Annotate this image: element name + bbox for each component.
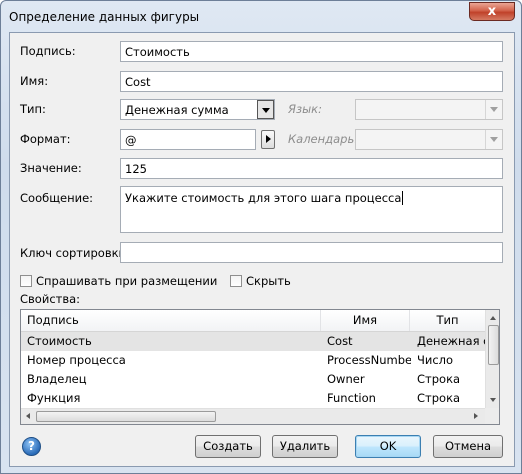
- type-label: Тип:: [20, 102, 46, 116]
- chevron-down-icon[interactable]: [485, 100, 502, 119]
- table-row[interactable]: Стоимость Cost Денежная сумма: [21, 332, 485, 351]
- column-header-name[interactable]: Имя: [321, 310, 410, 331]
- table-header: Подпись Имя Тип: [21, 310, 485, 332]
- row-type: Строка: [417, 372, 461, 386]
- delete-button[interactable]: Удалить: [272, 435, 338, 458]
- hidden-checkbox[interactable]: [230, 275, 242, 287]
- chevron-down-icon[interactable]: [257, 100, 274, 119]
- hidden-label[interactable]: Скрыть: [246, 274, 291, 288]
- horizontal-scrollbar[interactable]: [21, 408, 485, 424]
- format-input[interactable]: @: [120, 129, 256, 150]
- help-icon[interactable]: ?: [22, 437, 41, 456]
- table-row[interactable]: Владелец Owner Строка: [21, 370, 485, 389]
- cancel-button[interactable]: Отмена: [433, 435, 503, 458]
- scroll-right-icon[interactable]: [474, 413, 478, 419]
- column-header-caption[interactable]: Подпись: [21, 310, 321, 331]
- row-type: Число: [417, 353, 454, 367]
- scroll-up-icon[interactable]: [490, 316, 496, 320]
- language-label: Язык:: [288, 102, 323, 116]
- create-button[interactable]: Создать: [195, 435, 261, 458]
- value-input[interactable]: 125: [120, 158, 503, 179]
- row-type: Денежная сумма: [417, 334, 485, 348]
- row-caption: Функция: [27, 391, 81, 405]
- sort-key-label: Ключ сортировки:: [20, 246, 130, 260]
- type-select[interactable]: Денежная сумма: [120, 99, 275, 120]
- row-caption: Владелец: [27, 372, 87, 386]
- table-row[interactable]: Функция Function Строка: [21, 389, 485, 408]
- ask-on-drop-label[interactable]: Спрашивать при размещении: [36, 274, 217, 288]
- play-arrow-icon[interactable]: [261, 130, 275, 149]
- dialog-body: Подпись: Стоимость Имя: Cost Тип: Денежн…: [9, 32, 515, 467]
- vertical-scrollbar[interactable]: [485, 310, 499, 408]
- prompt-textarea[interactable]: Укажите стоимость для этого шага процесс…: [120, 186, 503, 233]
- column-header-type[interactable]: Тип: [410, 310, 485, 331]
- close-icon: x: [487, 4, 497, 19]
- prompt-label: Сообщение:: [20, 191, 94, 205]
- properties-label: Свойства:: [20, 292, 81, 306]
- type-select-value: Денежная сумма: [125, 103, 229, 117]
- name-input[interactable]: Cost: [120, 71, 503, 92]
- text-cursor: ​: [402, 191, 404, 205]
- row-name: Cost: [327, 334, 353, 348]
- properties-table[interactable]: Подпись Имя Тип Стоимость Cost Денежная …: [20, 309, 500, 425]
- caption-input[interactable]: Стоимость: [120, 41, 503, 62]
- calendar-label: Календарь:: [288, 132, 359, 146]
- row-type: Строка: [417, 391, 461, 405]
- format-label: Формат:: [20, 132, 71, 146]
- table-row[interactable]: Номер процесса ProcessNumber Число: [21, 351, 485, 370]
- scroll-left-icon[interactable]: [26, 413, 30, 419]
- row-name: ProcessNumber: [327, 353, 411, 367]
- prompt-text: Укажите стоимость для этого шага процесс…: [125, 191, 402, 205]
- value-label: Значение:: [20, 161, 82, 175]
- row-name: Function: [327, 391, 376, 405]
- ask-on-drop-checkbox[interactable]: [20, 275, 32, 287]
- shape-data-dialog: Определение данных фигуры x Подпись: Сто…: [0, 0, 522, 474]
- scroll-down-icon[interactable]: [490, 398, 496, 402]
- caption-label: Подпись:: [20, 44, 76, 58]
- calendar-select[interactable]: [355, 129, 503, 150]
- horizontal-scroll-thumb[interactable]: [36, 411, 216, 422]
- row-caption: Номер процесса: [27, 353, 126, 367]
- close-button[interactable]: x: [469, 2, 515, 21]
- scrollbar-corner: [485, 408, 499, 424]
- ok-button[interactable]: OK: [355, 435, 421, 458]
- dialog-title: Определение данных фигуры: [9, 10, 200, 24]
- chevron-down-icon[interactable]: [485, 130, 502, 149]
- sort-key-input[interactable]: [120, 242, 503, 263]
- name-label: Имя:: [20, 74, 49, 88]
- title-bar[interactable]: Определение данных фигуры x: [1, 1, 521, 33]
- vertical-scroll-thumb[interactable]: [488, 325, 499, 365]
- row-name: Owner: [327, 372, 365, 386]
- row-caption: Стоимость: [27, 334, 92, 348]
- language-select[interactable]: [355, 99, 503, 120]
